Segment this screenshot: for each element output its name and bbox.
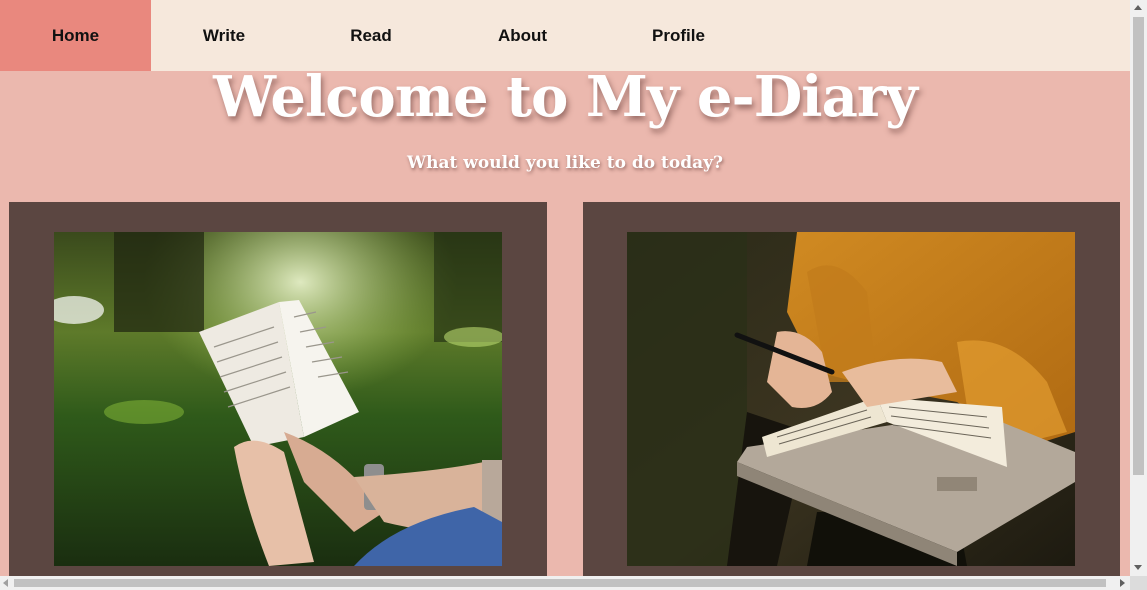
scroll-down-arrow-icon[interactable] [1134, 565, 1142, 570]
scroll-right-arrow-icon[interactable] [1120, 579, 1125, 587]
writing-notebook-image [627, 232, 1075, 566]
nav-item-about[interactable]: About [445, 0, 600, 71]
reading-book-photo[interactable] [54, 232, 502, 566]
vertical-scroll-thumb[interactable] [1133, 17, 1144, 475]
scroll-left-arrow-icon[interactable] [3, 579, 8, 587]
nav-item-read[interactable]: Read [297, 0, 445, 71]
horizontal-scrollbar[interactable] [0, 576, 1130, 590]
nav-item-write[interactable]: Write [151, 0, 297, 71]
top-navigation: Home Write Read About Profile [0, 0, 1130, 71]
reading-book-image [54, 232, 502, 566]
write-card[interactable] [9, 202, 547, 578]
read-card[interactable] [583, 202, 1120, 578]
horizontal-scroll-thumb[interactable] [14, 579, 1106, 587]
scrollbar-corner [1130, 576, 1147, 590]
scroll-up-arrow-icon[interactable] [1134, 5, 1142, 10]
nav-item-home[interactable]: Home [0, 0, 151, 71]
nav-item-profile[interactable]: Profile [600, 0, 757, 71]
vertical-scrollbar[interactable] [1130, 0, 1147, 590]
page-title: Welcome to My e-Diary [213, 64, 918, 130]
page-subtitle: What would you like to do today? [407, 153, 723, 173]
writing-notebook-photo[interactable] [627, 232, 1075, 566]
